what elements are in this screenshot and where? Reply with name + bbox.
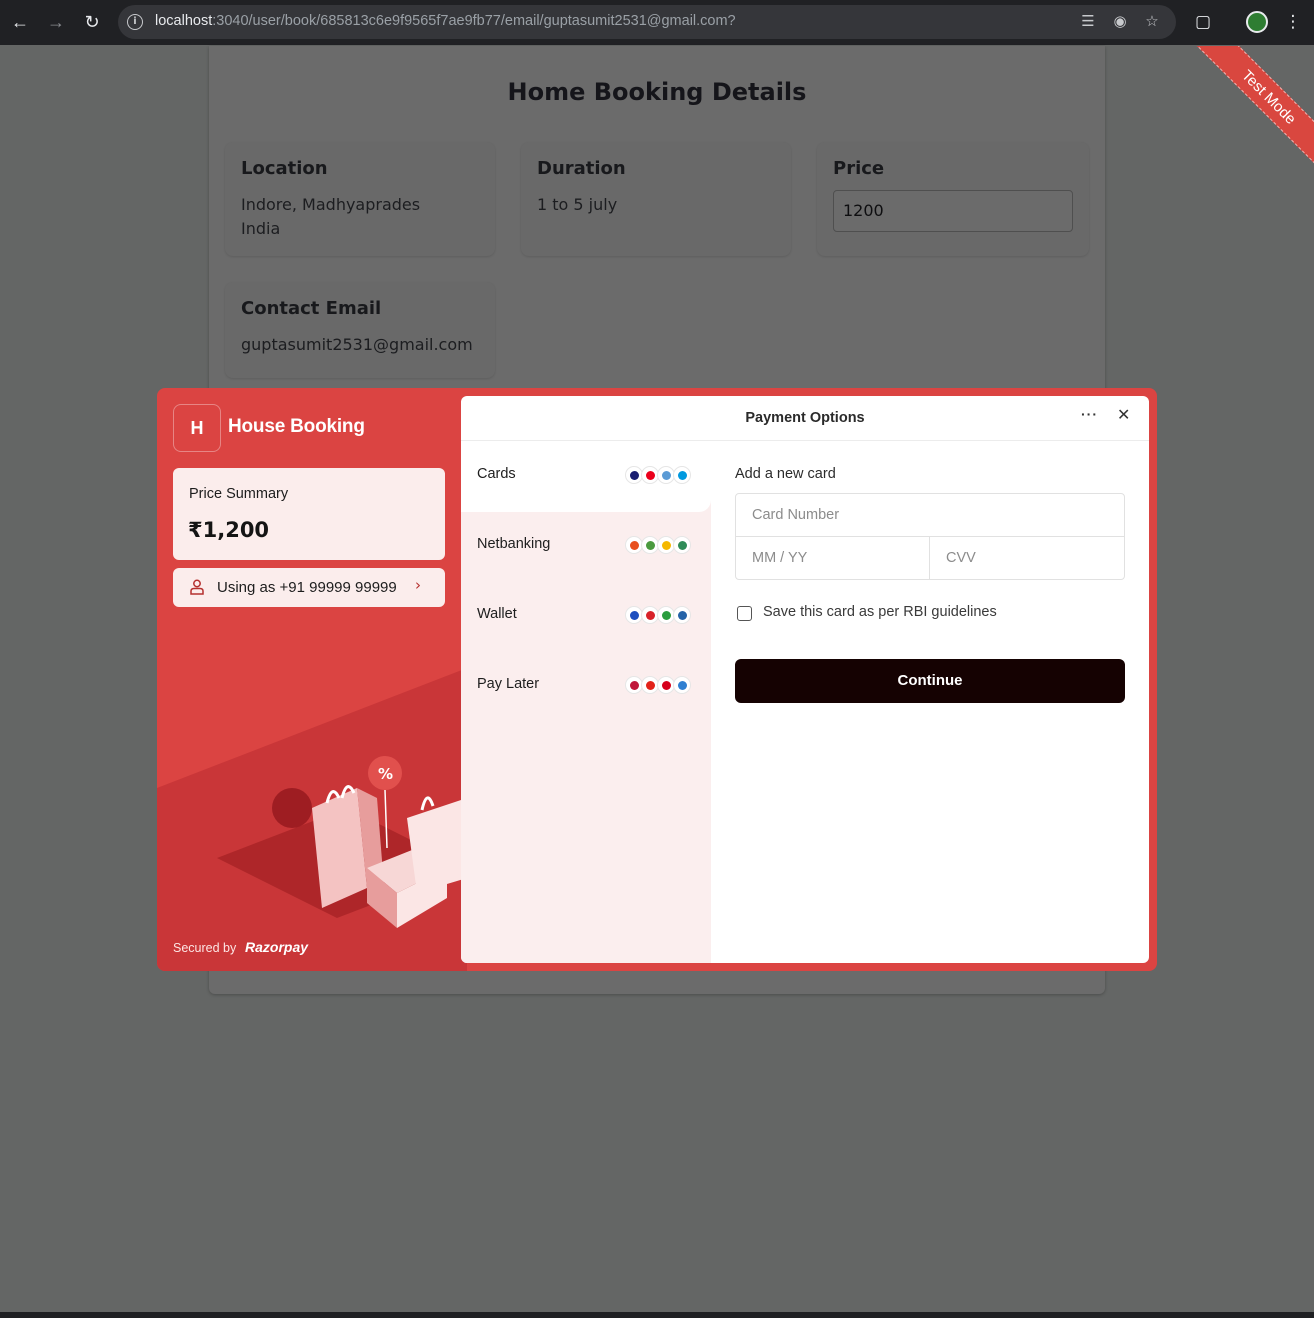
price-summary-label: Price Summary: [189, 486, 289, 502]
razorpay-logo: Razorpay: [245, 939, 309, 955]
back-icon[interactable]: ←: [8, 10, 32, 34]
contact-value: guptasumit2531@gmail.com: [241, 335, 473, 354]
expiry-input[interactable]: MM / YY: [735, 536, 930, 580]
forward-icon[interactable]: →: [44, 10, 68, 34]
card-number-input[interactable]: Card Number: [735, 493, 1125, 537]
taskbar: [0, 1312, 1314, 1318]
chevron-right-icon: ›: [415, 576, 421, 594]
wallet-icon: [673, 606, 691, 624]
duration-label: Duration: [537, 158, 626, 179]
method-label: Wallet: [477, 606, 517, 622]
reload-icon[interactable]: ↻: [80, 10, 104, 34]
method-wallet[interactable]: Wallet: [461, 582, 711, 652]
payment-panel: Payment Options ··· ✕ Cards Netbanking W…: [461, 396, 1149, 963]
method-icons: [625, 606, 695, 624]
method-pay-later[interactable]: Pay Later: [461, 652, 711, 722]
price-box: Price 1200: [817, 142, 1089, 256]
panel-title: Payment Options: [745, 410, 865, 426]
continue-button[interactable]: Continue: [735, 659, 1125, 703]
profile-avatar[interactable]: [1246, 11, 1268, 33]
duration-box: Duration 1 to 5 july: [521, 142, 791, 256]
payment-methods-list: Cards Netbanking Wallet Pay Later: [461, 442, 711, 963]
url-text[interactable]: localhost:3040/user/book/685813c6e9f9565…: [155, 13, 736, 29]
method-label: Cards: [477, 466, 516, 482]
checkout-modal: H House Booking Price Summary ₹1,200 Usi…: [157, 388, 1157, 971]
price-input[interactable]: 1200: [833, 190, 1073, 232]
contact-label: Contact Email: [241, 298, 382, 319]
merchant-name: House Booking: [228, 416, 365, 437]
extensions-icon[interactable]: ▢: [1191, 10, 1215, 34]
panel-header: Payment Options ··· ✕: [461, 396, 1149, 441]
test-mode-ribbon: Test Mode: [1150, 46, 1314, 186]
save-card-checkbox[interactable]: [737, 606, 752, 621]
price-label: Price: [833, 158, 885, 179]
cvv-input[interactable]: CVV: [929, 536, 1125, 580]
location-line2: India: [241, 219, 281, 238]
address-bar[interactable]: i localhost:3040/user/book/685813c6e9f95…: [118, 5, 1176, 39]
contact-text: Using as +91 99999 99999: [217, 579, 397, 596]
duration-value: 1 to 5 july: [537, 195, 618, 214]
bookmark-star-icon[interactable]: ☆: [1143, 13, 1161, 31]
shopping-illustration: %: [217, 756, 467, 928]
price-summary-card: Price Summary ₹1,200: [173, 468, 445, 560]
method-icons: [625, 536, 695, 554]
page-title: Home Booking Details: [507, 78, 807, 106]
add-card-heading: Add a new card: [735, 466, 836, 482]
browser-toolbar: ← → ↻ i localhost:3040/user/book/685813c…: [0, 0, 1314, 45]
more-options-icon[interactable]: ···: [1081, 406, 1098, 422]
eye-off-icon[interactable]: ◉: [1111, 13, 1129, 31]
test-mode-label: Test Mode: [1184, 46, 1314, 182]
contact-details-button[interactable]: Using as +91 99999 99999 ›: [173, 568, 445, 607]
user-icon: [190, 579, 204, 595]
merchant-logo: H: [173, 404, 221, 452]
method-icons: [625, 676, 695, 694]
method-label: Pay Later: [477, 676, 540, 692]
translate-icon[interactable]: ☰: [1079, 13, 1097, 31]
method-icons: [625, 466, 695, 484]
bank-icon: [673, 536, 691, 554]
method-netbanking[interactable]: Netbanking: [461, 512, 711, 582]
price-amount: ₹1,200: [188, 518, 270, 542]
menu-kebab-icon[interactable]: ⋮: [1281, 10, 1305, 34]
maestro-icon: [673, 466, 691, 484]
location-label: Location: [241, 158, 328, 179]
secured-by-text: Secured by: [173, 941, 237, 955]
location-box: Location Indore, Madhyaprades India: [225, 142, 495, 256]
site-info-icon[interactable]: i: [127, 14, 143, 30]
method-label: Netbanking: [477, 536, 551, 552]
location-line1: Indore, Madhyaprades: [241, 195, 421, 214]
contact-box: Contact Email guptasumit2531@gmail.com: [225, 282, 495, 378]
close-icon[interactable]: ✕: [1117, 405, 1130, 424]
svg-text:%: %: [378, 765, 393, 783]
location-value: Indore, Madhyaprades India: [241, 193, 420, 241]
paylater-icon: [673, 676, 691, 694]
save-card-label[interactable]: Save this card as per RBI guidelines: [763, 604, 997, 620]
method-cards[interactable]: Cards: [461, 442, 711, 512]
